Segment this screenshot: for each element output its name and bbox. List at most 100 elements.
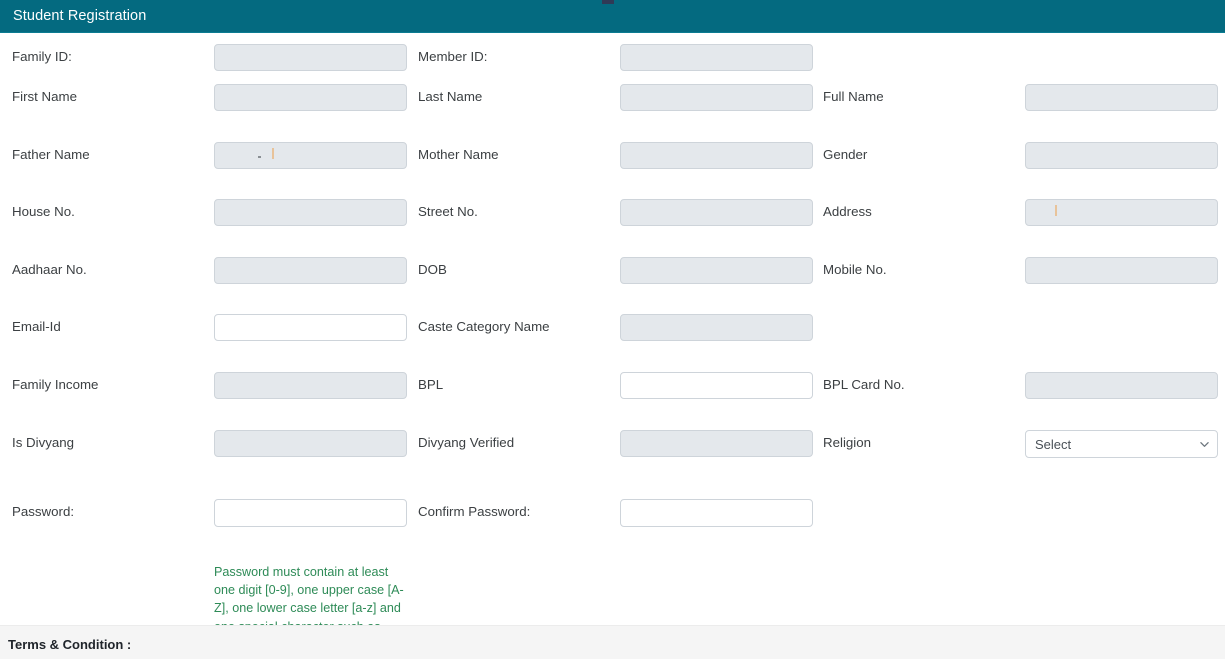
label-address: Address <box>823 204 872 219</box>
label-father-name: Father Name <box>12 147 90 162</box>
field-group-street-no: Street No. <box>418 193 618 231</box>
father-name-stray-mark <box>258 156 261 158</box>
family-id-input[interactable] <box>214 44 407 71</box>
address-caret-artifact <box>1055 205 1057 216</box>
field-group-divyang-verified: Divyang Verified <box>418 424 618 462</box>
field-wrap-house-no <box>214 193 407 231</box>
field-group-last-name: Last Name <box>418 78 618 116</box>
label-full-name: Full Name <box>823 89 884 104</box>
field-wrap-is-divyang <box>214 424 407 462</box>
religion-select[interactable]: Select <box>1025 430 1218 458</box>
label-gender: Gender <box>823 147 868 162</box>
first-name-input[interactable] <box>214 84 407 111</box>
family-income-input[interactable] <box>214 372 407 399</box>
field-group-member-id: Member ID: <box>418 38 618 76</box>
form-row-aadhaar-dob-mobile: Aadhaar No. DOB Mobile No. <box>0 251 1225 289</box>
field-group-bpl: BPL <box>418 366 618 404</box>
field-group-gender: Gender <box>823 136 1023 174</box>
field-group-is-divyang: Is Divyang <box>12 424 212 462</box>
field-wrap-father-name <box>214 136 407 174</box>
password-input[interactable] <box>214 499 407 527</box>
field-group-password: Password: <box>12 493 212 531</box>
label-aadhaar-no: Aadhaar No. <box>12 262 87 277</box>
label-email-id: Email-Id <box>12 319 61 334</box>
student-registration-page: Student Registration Family ID: Member I… <box>0 0 1225 659</box>
field-wrap-bpl <box>620 366 813 404</box>
label-confirm-password: Confirm Password: <box>418 504 531 519</box>
field-wrap-password <box>214 493 407 531</box>
field-wrap-religion: Select <box>1025 424 1218 462</box>
field-group-caste-category: Caste Category Name <box>418 308 618 346</box>
mother-name-input[interactable] <box>620 142 813 169</box>
registration-form: Family ID: Member ID: First Name Last Na… <box>0 33 1225 652</box>
clipped-element-artifact <box>602 0 614 4</box>
field-wrap-member-id <box>620 38 813 76</box>
label-mother-name: Mother Name <box>418 147 499 162</box>
label-caste-category-name: Caste Category Name <box>418 319 550 334</box>
page-title: Student Registration <box>13 8 147 24</box>
member-id-input[interactable] <box>620 44 813 71</box>
father-name-input[interactable] <box>214 142 407 169</box>
label-religion: Religion <box>823 435 872 450</box>
field-wrap-full-name <box>1025 78 1218 116</box>
label-house-no: House No. <box>12 204 75 219</box>
field-wrap-family-income <box>214 366 407 404</box>
label-password: Password: <box>12 504 75 519</box>
form-row-names: First Name Last Name Full Name <box>0 78 1225 116</box>
street-no-input[interactable] <box>620 199 813 226</box>
bpl-card-no-input[interactable] <box>1025 372 1218 399</box>
form-row-family-member-id: Family ID: Member ID: <box>0 38 1225 76</box>
label-family-id: Family ID: <box>12 49 72 64</box>
field-wrap-mobile-no <box>1025 251 1218 289</box>
last-name-input[interactable] <box>620 84 813 111</box>
field-wrap-bpl-card-no <box>1025 366 1218 404</box>
form-row-income-bpl: Family Income BPL BPL Card No. <box>0 366 1225 404</box>
is-divyang-input[interactable] <box>214 430 407 457</box>
field-wrap-dob <box>620 251 813 289</box>
email-id-input[interactable] <box>214 314 407 341</box>
field-group-mobile-no: Mobile No. <box>823 251 1023 289</box>
gender-input[interactable] <box>1025 142 1218 169</box>
label-mobile-no: Mobile No. <box>823 262 887 277</box>
field-wrap-confirm-password <box>620 493 813 531</box>
field-group-family-id: Family ID: <box>12 38 212 76</box>
field-group-religion: Religion <box>823 424 1023 462</box>
dob-input[interactable] <box>620 257 813 284</box>
form-row-passwords: Password: Confirm Password: <box>0 493 1225 531</box>
field-wrap-email-id <box>214 308 407 346</box>
divyang-verified-input[interactable] <box>620 430 813 457</box>
field-group-mother-name: Mother Name <box>418 136 618 174</box>
field-group-dob: DOB <box>418 251 618 289</box>
address-input[interactable] <box>1025 199 1218 226</box>
field-wrap-mother-name <box>620 136 813 174</box>
label-dob: DOB <box>418 262 447 277</box>
terms-and-conditions-section: Terms & Condition : <box>0 625 1225 659</box>
aadhaar-no-input[interactable] <box>214 257 407 284</box>
field-wrap-aadhaar-no <box>214 251 407 289</box>
form-row-email-caste: Email-Id Caste Category Name <box>0 308 1225 346</box>
label-family-income: Family Income <box>12 377 99 392</box>
bpl-input[interactable] <box>620 372 813 399</box>
caste-category-name-input[interactable] <box>620 314 813 341</box>
father-name-caret-artifact <box>272 148 274 159</box>
field-group-email-id: Email-Id <box>12 308 212 346</box>
full-name-input[interactable] <box>1025 84 1218 111</box>
label-bpl-card-no: BPL Card No. <box>823 377 905 392</box>
field-wrap-street-no <box>620 193 813 231</box>
field-wrap-last-name <box>620 78 813 116</box>
form-row-parents-gender: Father Name Mother Name Gender <box>0 136 1225 174</box>
field-group-full-name: Full Name <box>823 78 1023 116</box>
label-first-name: First Name <box>12 89 78 104</box>
form-row-divyang-religion: Is Divyang Divyang Verified Religion Sel… <box>0 424 1225 462</box>
confirm-password-input[interactable] <box>620 499 813 527</box>
label-last-name: Last Name <box>418 89 483 104</box>
label-bpl: BPL <box>418 377 444 392</box>
page-header-bar: Student Registration <box>0 0 1225 32</box>
religion-select-wrapper: Select <box>1025 430 1218 458</box>
mobile-no-input[interactable] <box>1025 257 1218 284</box>
house-no-input[interactable] <box>214 199 407 226</box>
terms-and-conditions-title: Terms & Condition : <box>8 637 132 652</box>
field-group-aadhaar-no: Aadhaar No. <box>12 251 212 289</box>
label-is-divyang: Is Divyang <box>12 435 75 450</box>
form-row-address: House No. Street No. Address <box>0 193 1225 231</box>
